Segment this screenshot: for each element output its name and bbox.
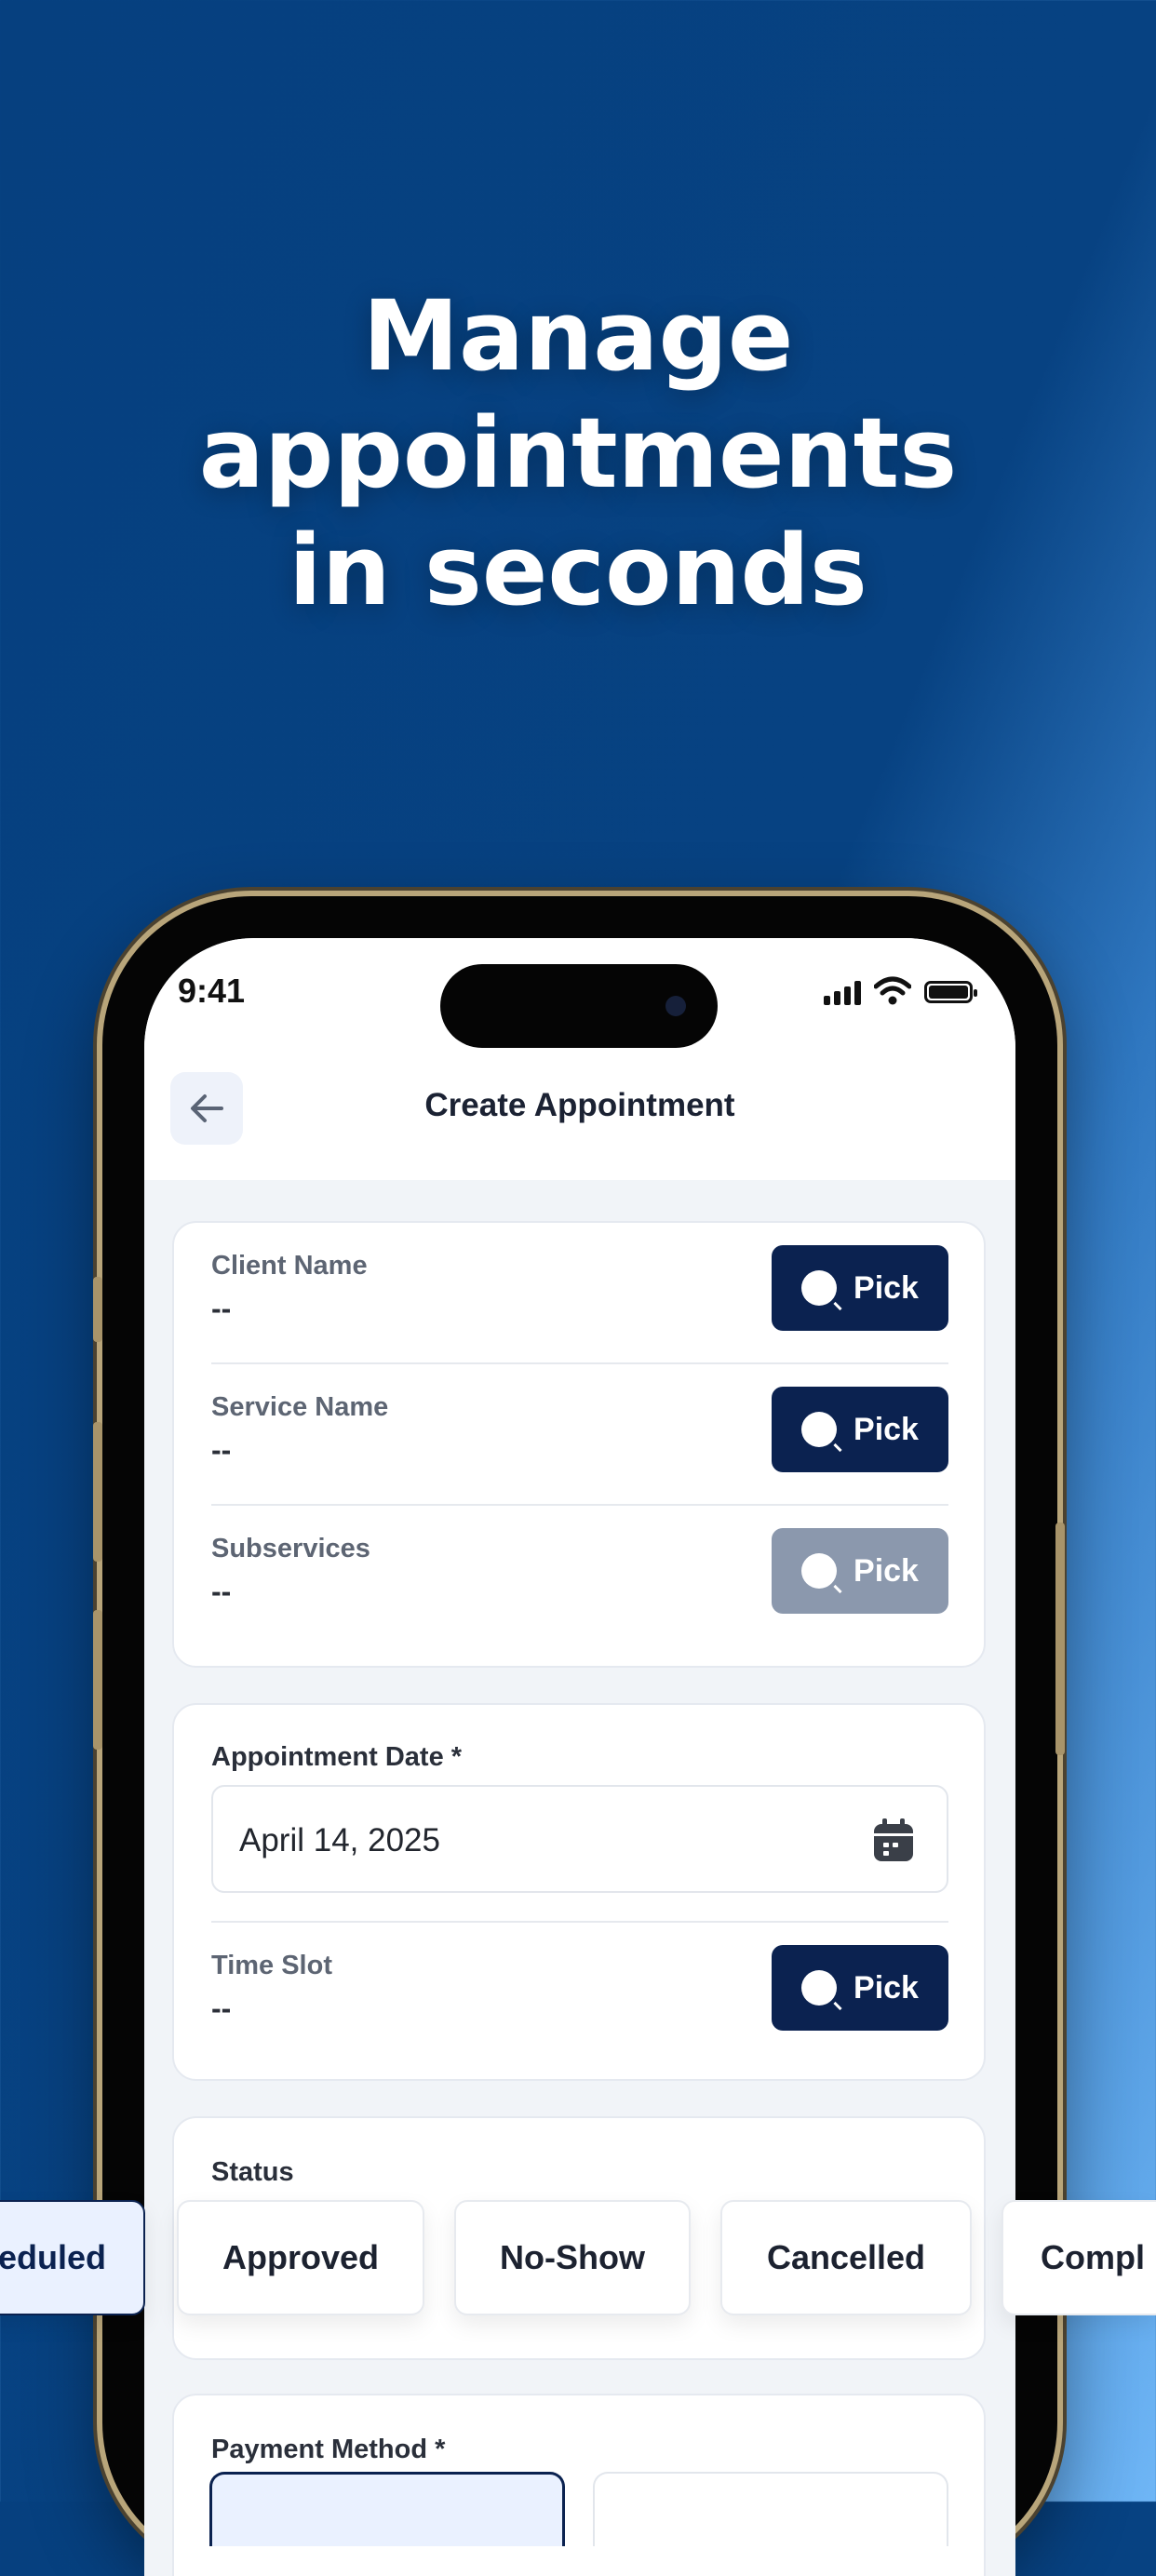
- signal-icon: [824, 981, 861, 1005]
- payment-label: Payment Method *: [211, 2435, 446, 2464]
- service-value: --: [211, 1433, 232, 1467]
- time-slot-value: --: [211, 1992, 232, 2025]
- pick-subservices-button[interactable]: Pick: [772, 1528, 948, 1614]
- date-field[interactable]: April 14, 2025: [211, 1785, 948, 1893]
- nav-bar: Create Appointment: [144, 1050, 1015, 1180]
- status-chip-no-show[interactable]: No-Show: [454, 2200, 691, 2315]
- search-icon: [801, 1270, 838, 1306]
- service-label: Service Name: [211, 1392, 389, 1422]
- status-chip-no-show-label: No-Show: [500, 2238, 645, 2276]
- client-value: --: [211, 1292, 232, 1325]
- pick-subservices-label: Pick: [854, 1552, 919, 1589]
- date-value: April 14, 2025: [239, 1822, 440, 1858]
- payment-option-1[interactable]: [209, 2472, 565, 2546]
- schedule-card: Appointment Date * April 14, 2025 Time S…: [172, 1703, 986, 2081]
- pick-client-label: Pick: [854, 1269, 919, 1306]
- headline: Manage appointments in seconds: [0, 277, 1156, 629]
- battery-icon: [924, 981, 977, 1003]
- pick-time-slot-button[interactable]: Pick: [772, 1945, 948, 2031]
- time-slot-row: Time Slot -- Pick: [211, 1923, 948, 2064]
- status-chip-scheduled-label: eduled: [0, 2238, 106, 2276]
- calendar-icon: [874, 1818, 913, 1861]
- status-time: 9:41: [178, 972, 246, 1010]
- status-chip-completed-label: Compl: [1041, 2238, 1145, 2276]
- status-chip-approved[interactable]: Approved: [177, 2200, 424, 2315]
- headline-line-1: Manage: [362, 279, 794, 393]
- subservices-row: Subservices -- Pick: [211, 1506, 948, 1647]
- time-slot-label: Time Slot: [211, 1951, 332, 1980]
- headline-line-3: in seconds: [289, 514, 867, 627]
- service-row: Service Name -- Pick: [211, 1364, 948, 1506]
- status-chip-cancelled[interactable]: Cancelled: [720, 2200, 972, 2315]
- mute-switch: [93, 1277, 102, 1342]
- volume-up-button: [93, 1422, 102, 1562]
- power-button: [1055, 1523, 1065, 1755]
- status-bar: 9:41: [144, 938, 1015, 1050]
- status-chip-completed[interactable]: Compl: [1001, 2200, 1156, 2315]
- pick-time-slot-label: Pick: [854, 1969, 919, 2006]
- headline-line-2: appointments: [198, 396, 958, 510]
- pick-service-label: Pick: [854, 1411, 919, 1447]
- volume-down-button: [93, 1610, 102, 1750]
- pick-service-button[interactable]: Pick: [772, 1387, 948, 1472]
- search-icon: [801, 1412, 838, 1447]
- phone-screen: 9:41 Create Appointment Client Name -- P…: [144, 938, 1015, 2576]
- camera-icon: [665, 996, 686, 1016]
- status-chip-cancelled-label: Cancelled: [766, 2238, 926, 2276]
- page-title: Create Appointment: [424, 1087, 735, 1123]
- search-icon: [801, 1553, 838, 1589]
- status-label: Status: [211, 2157, 294, 2187]
- subservices-label: Subservices: [211, 1534, 370, 1563]
- pick-client-button[interactable]: Pick: [772, 1245, 948, 1331]
- client-row: Client Name -- Pick: [211, 1223, 948, 1364]
- search-icon: [801, 1970, 838, 2006]
- subservices-value: --: [211, 1575, 232, 1608]
- payment-option-2[interactable]: [593, 2472, 948, 2546]
- selection-card: Client Name -- Pick Service Name -- Pick…: [172, 1221, 986, 1668]
- date-label: Appointment Date *: [211, 1742, 463, 1772]
- wifi-icon: [874, 976, 911, 1005]
- dynamic-island: [440, 964, 718, 1048]
- client-label: Client Name: [211, 1251, 368, 1281]
- status-chip-approved-label: Approved: [222, 2238, 379, 2276]
- status-chip-scheduled[interactable]: eduled: [0, 2200, 145, 2315]
